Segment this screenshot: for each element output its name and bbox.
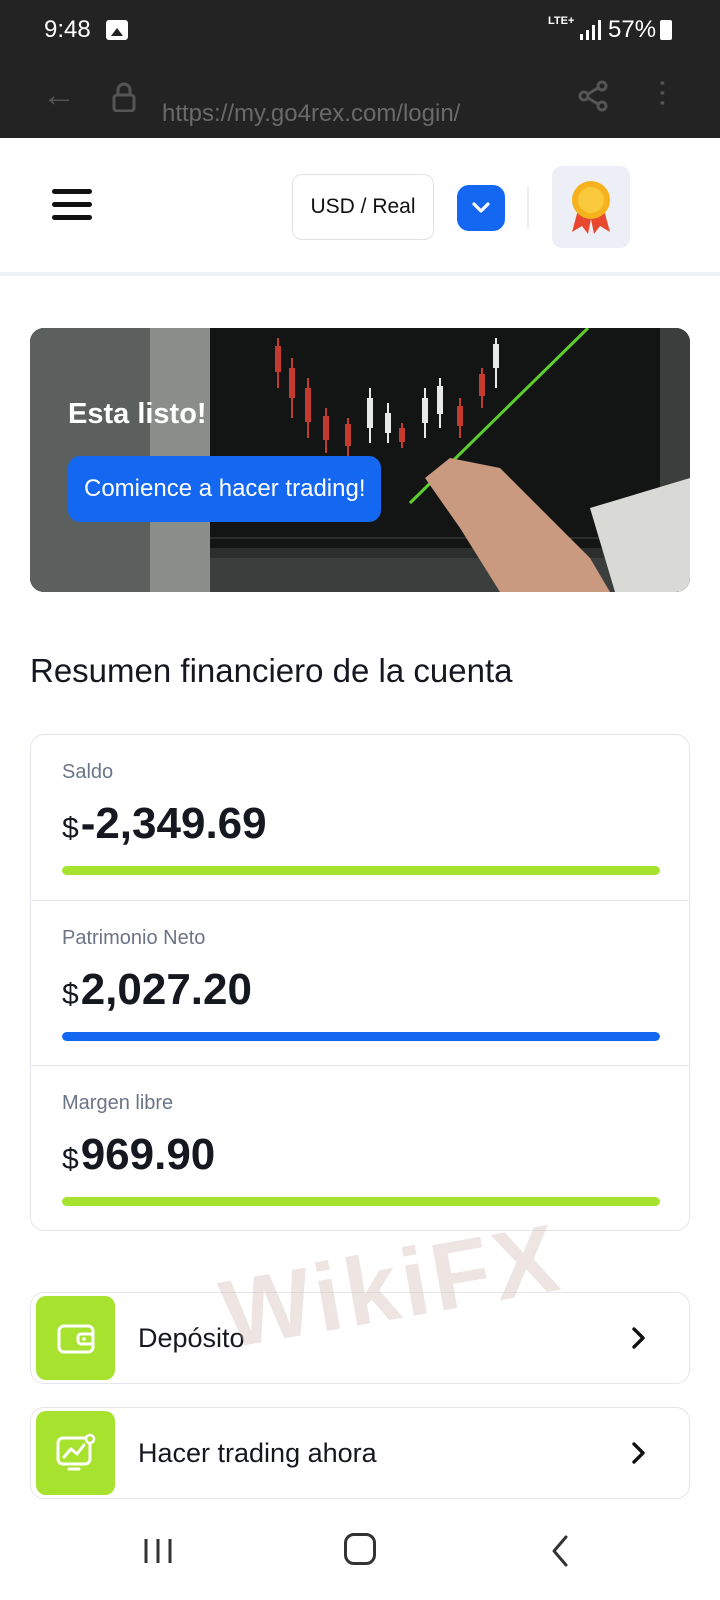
summary-title: Resumen financiero de la cuenta — [30, 652, 513, 689]
metric-bar-fill — [62, 866, 660, 875]
system-nav-bar — [0, 1505, 720, 1600]
banner-title: Esta listo! — [68, 398, 207, 430]
metric-label: Margen libre — [62, 1092, 174, 1114]
metric-bar-fill — [62, 1197, 660, 1206]
signal-icon — [580, 20, 601, 40]
app-header: USD / Real — [0, 138, 720, 276]
chevron-right-icon — [632, 1327, 645, 1349]
menu-icon[interactable] — [52, 189, 92, 221]
metric-label: Patrimonio Neto — [62, 927, 206, 949]
gallery-notification-icon — [106, 20, 128, 40]
free-margin-amount: 969.90 — [80, 1130, 216, 1179]
wallet-icon — [36, 1296, 115, 1380]
metric-balance: Saldo $-2,349.69 — [31, 735, 689, 900]
financial-summary-card: Saldo $-2,349.69 Patrimonio Neto $2,027.… — [30, 734, 690, 1231]
deposit-action[interactable]: Depósito — [30, 1292, 690, 1384]
recent-apps-icon[interactable] — [142, 1535, 174, 1567]
metric-bar-fill — [62, 1032, 660, 1041]
metric-label: Saldo — [62, 761, 114, 783]
start-trading-button[interactable]: Comience a hacer trading! — [68, 456, 382, 522]
metric-net-equity: Patrimonio Neto $2,027.20 — [31, 900, 689, 1065]
account-selector[interactable]: USD / Real — [292, 174, 434, 240]
currency-symbol: $ — [62, 978, 79, 1011]
balance-amount: -2,349.69 — [80, 799, 267, 848]
metric-bar — [62, 866, 660, 875]
award-badge-icon — [572, 181, 610, 234]
status-time: 9:48 — [44, 16, 91, 43]
browser-toolbar: ← https://my.go4rex.com/login/ ⋯ — [0, 60, 720, 138]
equity-amount: 2,027.20 — [80, 965, 252, 1014]
network-type: LTE+ — [548, 15, 575, 27]
share-icon[interactable] — [578, 80, 608, 112]
trading-chart-icon — [36, 1411, 115, 1495]
trade-now-label: Hacer trading ahora — [138, 1438, 377, 1468]
status-bar: 9:48 LTE+ 57% — [0, 0, 720, 60]
account-dropdown-button[interactable] — [457, 185, 505, 231]
rewards-button[interactable] — [552, 166, 630, 248]
home-icon[interactable] — [344, 1533, 376, 1565]
metric-bar — [62, 1032, 660, 1041]
metric-value: $969.90 — [62, 1130, 215, 1180]
currency-symbol: $ — [62, 812, 79, 845]
back-icon[interactable] — [548, 1533, 572, 1569]
metric-value: $2,027.20 — [62, 965, 252, 1015]
currency-symbol: $ — [62, 1143, 79, 1176]
trade-now-action[interactable]: Hacer trading ahora — [30, 1407, 690, 1499]
browser-back-icon[interactable]: ← — [42, 78, 76, 112]
lock-icon[interactable] — [112, 82, 136, 112]
chevron-right-icon — [632, 1442, 645, 1464]
deposit-label: Depósito — [138, 1323, 245, 1353]
metric-value: $-2,349.69 — [62, 799, 267, 849]
chevron-down-icon — [472, 202, 490, 213]
metric-bar — [62, 1197, 660, 1206]
battery-percent: 57% — [608, 16, 657, 43]
promo-banner: Esta listo! Comience a hacer trading! — [30, 328, 690, 592]
battery-icon — [660, 20, 672, 40]
more-options-icon[interactable]: ⋯ — [646, 78, 679, 108]
url-bar[interactable]: https://my.go4rex.com/login/ — [162, 100, 460, 128]
header-divider — [527, 186, 529, 228]
metric-free-margin: Margen libre $969.90 — [31, 1065, 689, 1230]
